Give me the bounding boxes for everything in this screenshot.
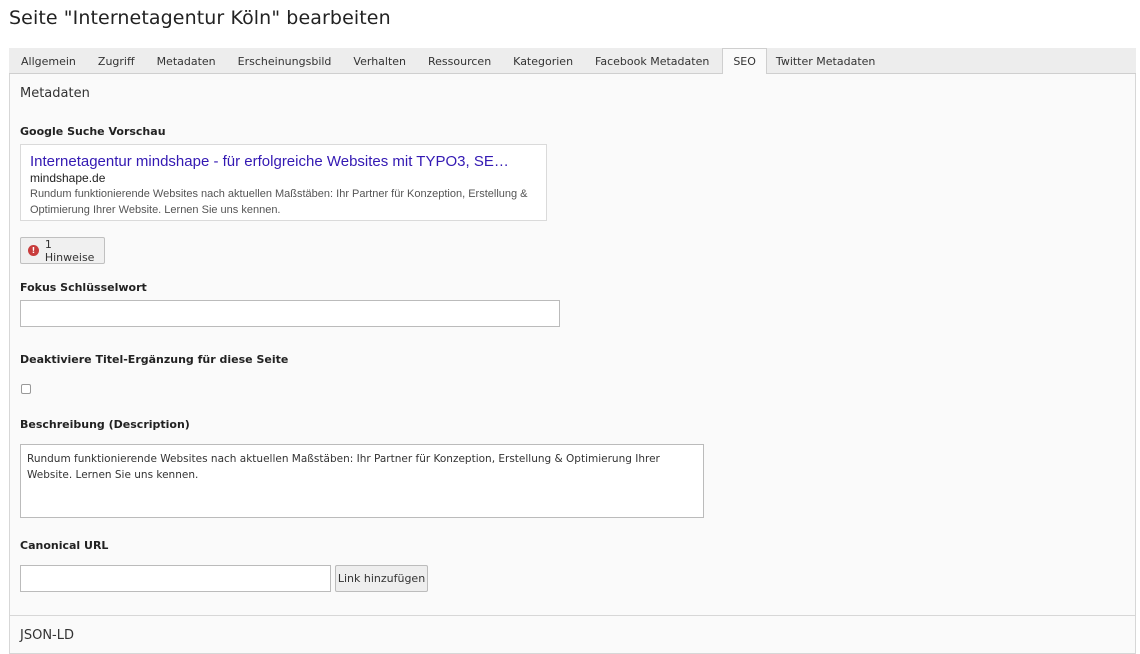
hints-button[interactable]: ! 1 Hinweise — [20, 237, 105, 264]
focus-keyword-input[interactable] — [20, 300, 560, 327]
google-preview-label: Google Suche Vorschau — [20, 125, 166, 138]
disable-title-suffix-label: Deaktiviere Titel-Ergänzung für diese Se… — [20, 353, 289, 366]
page-title: Seite "Internetagentur Köln" bearbeiten — [9, 7, 391, 29]
canonical-url-input[interactable] — [20, 565, 331, 592]
hints-label: 1 Hinweise — [44, 237, 95, 264]
preview-url: mindshape.de — [30, 171, 106, 185]
exclamation-circle-icon: ! — [28, 245, 39, 256]
tab-kategorien[interactable]: Kategorien — [504, 48, 586, 73]
tab-verhalten[interactable]: Verhalten — [344, 48, 419, 73]
disable-title-suffix-checkbox[interactable] — [21, 384, 31, 394]
tab-metadaten[interactable]: Metadaten — [148, 48, 229, 73]
add-link-button[interactable]: Link hinzufügen — [335, 565, 428, 592]
tab-zugriff[interactable]: Zugriff — [89, 48, 148, 73]
section-divider — [10, 615, 1135, 616]
description-label: Beschreibung (Description) — [20, 418, 190, 431]
focus-keyword-label: Fokus Schlüsselwort — [20, 281, 147, 294]
metadata-section-title: Metadaten — [20, 86, 90, 101]
tab-bar: Allgemein Zugriff Metadaten Erscheinungs… — [9, 48, 1136, 75]
seo-panel: Metadaten Google Suche Vorschau Internet… — [9, 74, 1136, 654]
tab-erscheinungsbild[interactable]: Erscheinungsbild — [229, 48, 345, 73]
tab-twitter-metadaten[interactable]: Twitter Metadaten — [767, 48, 888, 73]
tab-allgemein[interactable]: Allgemein — [12, 48, 89, 73]
preview-title: Internetagentur mindshape - für erfolgre… — [30, 153, 509, 170]
tab-ressourcen[interactable]: Ressourcen — [419, 48, 504, 73]
jsonld-section-title: JSON-LD — [20, 628, 74, 643]
canonical-url-label: Canonical URL — [20, 539, 109, 552]
tab-seo[interactable]: SEO — [722, 48, 767, 75]
tab-facebook-metadaten[interactable]: Facebook Metadaten — [586, 48, 722, 73]
google-search-preview: Internetagentur mindshape - für erfolgre… — [20, 144, 547, 221]
preview-description: Rundum funktionierende Websites nach akt… — [30, 188, 528, 216]
description-textarea[interactable]: Rundum funktionierende Websites nach akt… — [20, 444, 704, 518]
